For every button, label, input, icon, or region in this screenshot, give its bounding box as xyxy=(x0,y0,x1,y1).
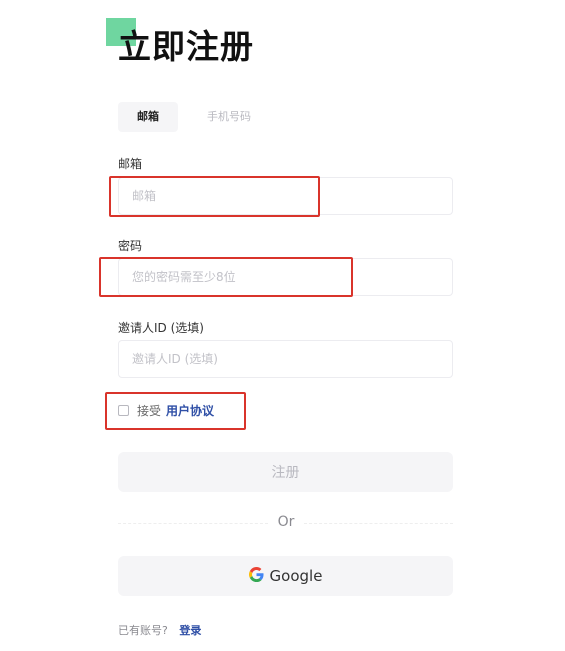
password-label: 密码 xyxy=(118,239,143,253)
divider-right xyxy=(304,523,453,524)
login-link[interactable]: 登录 xyxy=(179,624,201,637)
have-account-text: 已有账号? xyxy=(118,624,168,637)
referrer-label: 邀请人ID (选填) xyxy=(118,321,204,335)
password-field[interactable] xyxy=(118,258,453,296)
google-button-label: Google xyxy=(269,567,323,585)
google-signin-button[interactable]: Google xyxy=(118,556,453,596)
tab-phone[interactable]: 手机号码 xyxy=(196,102,262,132)
referrer-id-field[interactable] xyxy=(118,340,453,378)
user-agreement-link[interactable]: 用户协议 xyxy=(166,402,214,419)
google-icon xyxy=(248,566,264,586)
agreement-text: 接受 xyxy=(137,403,162,418)
email-field[interactable] xyxy=(118,177,453,215)
agreement-row: 接受 用户协议 xyxy=(118,401,214,419)
register-page: 立即注册 邮箱 手机号码 邮箱 密码 邀请人ID (选填) 接受 用户协议 注册… xyxy=(0,0,565,651)
email-label: 邮箱 xyxy=(118,157,143,171)
agreement-checkbox[interactable] xyxy=(118,404,129,416)
tab-email[interactable]: 邮箱 xyxy=(118,102,178,132)
register-button[interactable]: 注册 xyxy=(118,452,453,492)
divider-or-text: Or xyxy=(270,514,302,530)
footer: 已有账号? 登录 xyxy=(118,622,201,638)
divider-left xyxy=(118,523,268,524)
page-title: 立即注册 xyxy=(118,27,254,66)
